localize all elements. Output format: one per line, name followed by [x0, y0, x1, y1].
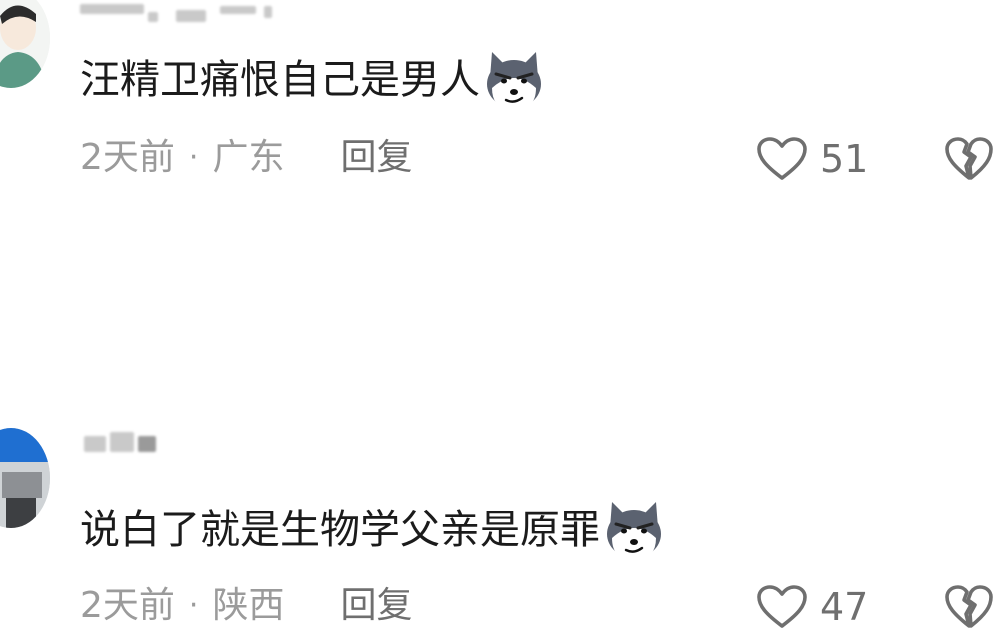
dog-smirk-emoji-icon [482, 48, 546, 112]
reply-button[interactable]: 回复 [340, 136, 412, 180]
comment-location: 广东 [212, 137, 285, 178]
comment-time: 2天前 [80, 137, 175, 178]
like-count: 51 [820, 137, 869, 181]
comment-location: 陕西 [212, 585, 285, 626]
comment-time: 2天前 [80, 585, 175, 626]
comment-text: 说白了就是生物学父亲是原罪 [80, 498, 666, 562]
dog-smirk-emoji-icon [602, 498, 666, 562]
comment-text: 汪精卫痛恨自己是男人 [80, 48, 546, 112]
comment-meta: 2天前 · 陕西 回复 [80, 584, 412, 628]
broken-heart-icon [945, 585, 993, 628]
meta-separator: · [188, 140, 199, 175]
reply-button[interactable]: 回复 [340, 584, 412, 628]
comment-text-content: 汪精卫痛恨自己是男人 [80, 57, 480, 103]
comment-item: 汪精卫痛恨自己是男人 2天前 · 广东 回复 51 [0, 0, 1004, 200]
username-blurred[interactable] [80, 432, 160, 452]
heart-icon [757, 137, 807, 180]
username-blurred[interactable] [80, 0, 290, 22]
heart-icon [757, 585, 807, 628]
comment-item: 说白了就是生物学父亲是原罪 2天前 · 陕西 回复 47 [0, 410, 1004, 630]
comment-meta: 2天前 · 广东 回复 [80, 136, 412, 180]
broken-heart-icon [945, 137, 993, 180]
like-button[interactable]: 47 [756, 584, 868, 630]
like-count: 47 [820, 585, 869, 629]
meta-separator: · [188, 588, 199, 623]
avatar[interactable] [0, 428, 50, 528]
dislike-button[interactable] [944, 136, 994, 186]
comment-text-content: 说白了就是生物学父亲是原罪 [80, 507, 600, 553]
like-button[interactable]: 51 [756, 136, 868, 182]
avatar[interactable] [0, 0, 50, 88]
